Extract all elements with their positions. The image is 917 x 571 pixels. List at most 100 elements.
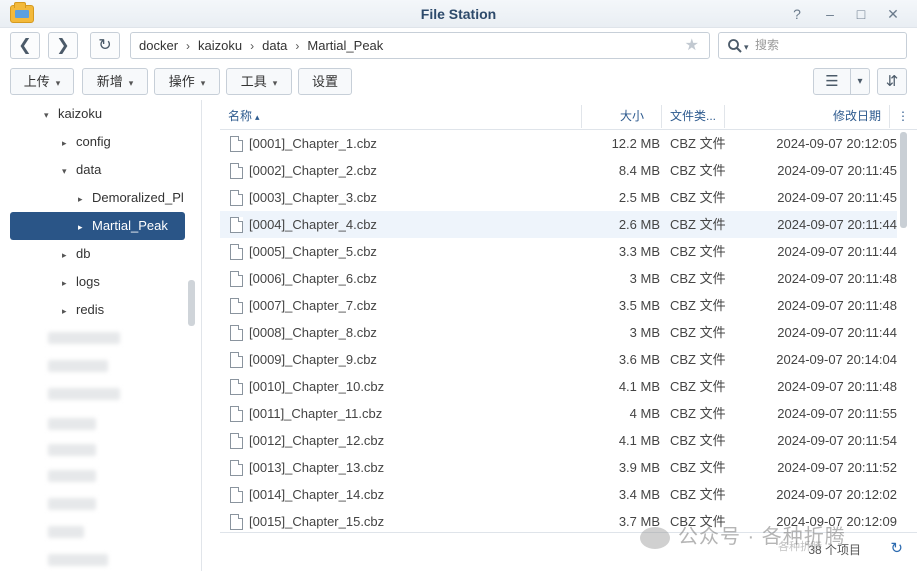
tools-button[interactable]: 工具 ▾ xyxy=(226,68,292,95)
file-type: CBZ 文件 xyxy=(670,379,726,394)
column-header-size[interactable]: 大小 xyxy=(620,103,644,130)
help-icon[interactable]: ? xyxy=(787,4,807,24)
close-icon[interactable]: ✕ xyxy=(883,4,903,24)
tree-item-label: config xyxy=(76,134,111,149)
tree-item-config[interactable]: ▸ config xyxy=(62,129,192,155)
file-icon xyxy=(230,379,243,395)
file-icon xyxy=(230,190,243,206)
tree-item-logs[interactable]: ▸ logs xyxy=(62,269,182,295)
bookmark-star-icon[interactable]: ★ xyxy=(685,33,699,58)
list-view-icon[interactable]: ☰ xyxy=(813,68,851,95)
create-button[interactable]: 新增 ▾ xyxy=(82,68,148,95)
table-row[interactable]: [0006]_Chapter_6.cbz 3 MB CBZ 文件 2024-09… xyxy=(220,265,897,292)
table-row[interactable]: [0014]_Chapter_14.cbz 3.4 MB CBZ 文件 2024… xyxy=(220,481,897,508)
file-icon xyxy=(230,325,243,341)
file-icon xyxy=(230,217,243,233)
search-input[interactable]: ▾ 搜索 xyxy=(718,32,907,59)
sort-icon[interactable]: ⇵ xyxy=(877,68,907,95)
tree-item-kaizoku[interactable]: ▾ kaizoku xyxy=(44,101,194,127)
wechat-icon xyxy=(640,526,670,549)
breadcrumb-separator-icon: › xyxy=(250,39,255,53)
file-name: [0006]_Chapter_6.cbz xyxy=(249,271,377,286)
redacted-item xyxy=(48,360,108,372)
chevron-right-icon[interactable]: ▸ xyxy=(62,298,76,323)
refresh-button[interactable]: ↻ xyxy=(90,32,120,59)
create-label: 新增 xyxy=(96,74,123,89)
tools-label: 工具 xyxy=(240,74,267,89)
column-header-date[interactable]: 修改日期 xyxy=(833,103,881,130)
chevron-right-icon[interactable]: ▸ xyxy=(62,242,76,267)
table-row[interactable]: [0001]_Chapter_1.cbz 12.2 MB CBZ 文件 2024… xyxy=(220,130,897,157)
table-row[interactable]: [0003]_Chapter_3.cbz 2.5 MB CBZ 文件 2024-… xyxy=(220,184,897,211)
file-date: 2024-09-07 20:11:45 xyxy=(777,163,897,178)
file-size: 3.3 MB xyxy=(618,244,660,259)
tree-item-db[interactable]: ▸ db xyxy=(62,241,192,267)
chevron-right-icon[interactable]: ▸ xyxy=(78,213,92,240)
tree-item-demoralized[interactable]: ▸ Demoralized_Pl xyxy=(78,185,186,211)
chevron-right-icon[interactable]: ▸ xyxy=(62,130,76,155)
column-header-type[interactable]: 文件类... xyxy=(670,103,716,130)
table-row[interactable]: [0005]_Chapter_5.cbz 3.3 MB CBZ 文件 2024-… xyxy=(220,238,897,265)
file-date: 2024-09-07 20:11:52 xyxy=(777,460,897,475)
table-row[interactable]: [0010]_Chapter_10.cbz 4.1 MB CBZ 文件 2024… xyxy=(220,373,897,400)
file-icon xyxy=(230,244,243,260)
file-list-scrollbar[interactable] xyxy=(900,132,907,228)
file-size: 4 MB xyxy=(629,406,660,421)
upload-button[interactable]: 上传 ▾ xyxy=(10,68,74,95)
table-row[interactable]: [0004]_Chapter_4.cbz 2.6 MB CBZ 文件 2024-… xyxy=(220,211,897,238)
table-row[interactable]: [0007]_Chapter_7.cbz 3.5 MB CBZ 文件 2024-… xyxy=(220,292,897,319)
redacted-item xyxy=(48,332,120,344)
table-row[interactable]: [0012]_Chapter_12.cbz 4.1 MB CBZ 文件 2024… xyxy=(220,427,897,454)
settings-button[interactable]: 设置 xyxy=(298,68,352,95)
breadcrumb-docker[interactable]: docker xyxy=(139,33,178,58)
tree-item-label: Demoralized_Pl xyxy=(92,190,184,205)
refresh-icon[interactable]: ↻ xyxy=(890,539,903,557)
column-options-icon[interactable]: ⋮ xyxy=(897,103,909,130)
column-header-name[interactable]: 名称 ▴ xyxy=(228,103,260,130)
file-size: 2.5 MB xyxy=(618,190,660,205)
chevron-right-icon[interactable]: ▸ xyxy=(78,186,92,211)
breadcrumb-data[interactable]: data xyxy=(262,33,287,58)
chevron-down-icon: ▾ xyxy=(272,78,278,88)
action-button[interactable]: 操作 ▾ xyxy=(154,68,220,95)
breadcrumb-martial-peak[interactable]: Martial_Peak xyxy=(307,33,383,58)
sidebar-scrollbar[interactable] xyxy=(188,280,195,326)
breadcrumb-kaizoku[interactable]: kaizoku xyxy=(198,33,242,58)
file-size: 3 MB xyxy=(629,325,660,340)
file-icon xyxy=(230,271,243,287)
minimize-icon[interactable]: – xyxy=(820,4,840,24)
redacted-item xyxy=(48,444,96,456)
table-row[interactable]: [0002]_Chapter_2.cbz 8.4 MB CBZ 文件 2024-… xyxy=(220,157,897,184)
tree-item-data[interactable]: ▾ data xyxy=(62,157,192,183)
chevron-down-icon[interactable]: ▾ xyxy=(62,158,76,183)
chevron-right-icon[interactable]: ▸ xyxy=(62,270,76,295)
file-type: CBZ 文件 xyxy=(670,487,726,502)
upload-label: 上传 xyxy=(23,74,50,89)
file-date: 2024-09-07 20:11:44 xyxy=(777,325,897,340)
chevron-down-icon[interactable]: ▾ xyxy=(44,102,58,127)
forward-button[interactable]: ❯ xyxy=(48,32,78,59)
table-row[interactable]: [0008]_Chapter_8.cbz 3 MB CBZ 文件 2024-09… xyxy=(220,319,897,346)
file-date: 2024-09-07 20:11:48 xyxy=(777,379,897,394)
tree-item-redis[interactable]: ▸ redis xyxy=(62,297,182,323)
file-name: [0001]_Chapter_1.cbz xyxy=(249,136,377,151)
chevron-down-icon: ▾ xyxy=(55,78,61,88)
search-icon[interactable]: ▾ xyxy=(727,33,749,60)
sort-ascending-icon: ▴ xyxy=(255,112,260,122)
path-bar[interactable]: docker › kaizoku › data › Martial_Peak ★ xyxy=(130,32,710,59)
file-type: CBZ 文件 xyxy=(670,190,726,205)
file-icon xyxy=(230,406,243,422)
table-row[interactable]: [0013]_Chapter_13.cbz 3.9 MB CBZ 文件 2024… xyxy=(220,454,897,481)
table-row[interactable]: [0009]_Chapter_9.cbz 3.6 MB CBZ 文件 2024-… xyxy=(220,346,897,373)
file-name: [0009]_Chapter_9.cbz xyxy=(249,352,377,367)
redacted-item xyxy=(48,388,120,400)
maximize-icon[interactable]: □ xyxy=(851,4,871,24)
back-button[interactable]: ❮ xyxy=(10,32,40,59)
file-size: 3.4 MB xyxy=(618,487,660,502)
file-type: CBZ 文件 xyxy=(670,352,726,367)
tree-item-martial-peak[interactable]: ▸ Martial_Peak xyxy=(10,212,185,240)
view-dropdown-icon[interactable]: ▾ xyxy=(850,68,870,95)
chevron-down-icon: ▾ xyxy=(200,78,206,88)
tree-item-label: data xyxy=(76,162,102,177)
table-row[interactable]: [0011]_Chapter_11.cbz 4 MB CBZ 文件 2024-0… xyxy=(220,400,897,427)
